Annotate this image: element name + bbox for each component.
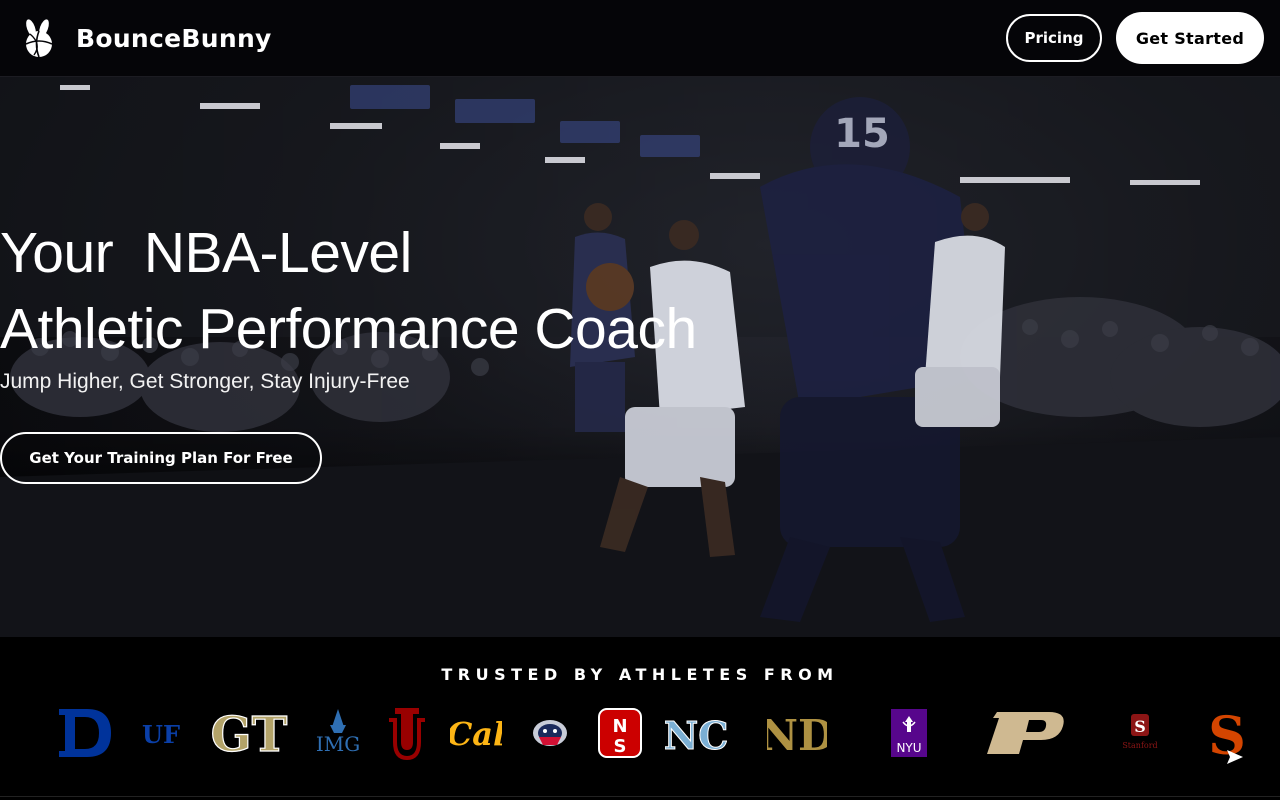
notre-dame-logo: ND <box>766 700 828 766</box>
hero-section: 15 Your NBA-Level Athletic Performance C… <box>0 77 1280 637</box>
gonzaga-logo <box>530 700 570 766</box>
bunny-basketball-logo-icon <box>25 19 53 58</box>
svg-text:NYU: NYU <box>896 741 921 755</box>
hero-title: Your NBA-Level Athletic Performance Coac… <box>0 215 697 367</box>
svg-text:GT: GT <box>211 707 288 759</box>
nyu-logo: NYU <box>888 700 930 766</box>
svg-text:N: N <box>612 716 627 737</box>
img-academy-logo: IMG <box>310 700 366 766</box>
divider <box>0 796 1280 797</box>
send-arrow-icon[interactable] <box>1218 742 1252 772</box>
get-training-plan-button[interactable]: Get Your Training Plan For Free <box>0 432 322 484</box>
georgia-tech-logo: GT <box>208 700 290 766</box>
svg-text:Cal: Cal <box>450 715 502 753</box>
nc-state-logo: N S <box>598 700 642 766</box>
get-started-button[interactable]: Get Started <box>1116 12 1264 64</box>
duke-logo <box>56 700 114 766</box>
svg-text:15: 15 <box>834 111 890 157</box>
svg-text:UF: UF <box>142 720 180 748</box>
university-logos-row: UF GT IMG Cal <box>0 700 1280 770</box>
svg-text:NC: NC <box>665 713 727 757</box>
hero-title-line-2: Athletic Performance Coach <box>0 297 697 361</box>
svg-text:Stanford: Stanford <box>1122 741 1157 750</box>
svg-text:S: S <box>614 736 627 757</box>
site-header: BounceBunny Pricing Get Started <box>0 0 1280 77</box>
svg-text:S: S <box>1134 717 1146 736</box>
hero-title-line-1: Your NBA-Level <box>0 221 412 285</box>
svg-text:ND: ND <box>767 711 827 758</box>
unc-logo: NC <box>664 700 728 766</box>
uf-logo: UF <box>140 700 182 766</box>
brand[interactable]: BounceBunny <box>20 18 272 58</box>
indiana-logo <box>384 700 430 766</box>
stanford-logo: S Stanford <box>1118 700 1162 766</box>
brand-name: BounceBunny <box>76 23 272 53</box>
purdue-logo <box>982 700 1070 766</box>
hero-subtitle: Jump Higher, Get Stronger, Stay Injury-F… <box>0 370 410 393</box>
pricing-button[interactable]: Pricing <box>1006 14 1102 62</box>
svg-text:IMG: IMG <box>316 732 360 756</box>
cal-logo: Cal <box>450 700 502 766</box>
trusted-by-label: TRUSTED BY ATHLETES FROM <box>441 665 839 684</box>
